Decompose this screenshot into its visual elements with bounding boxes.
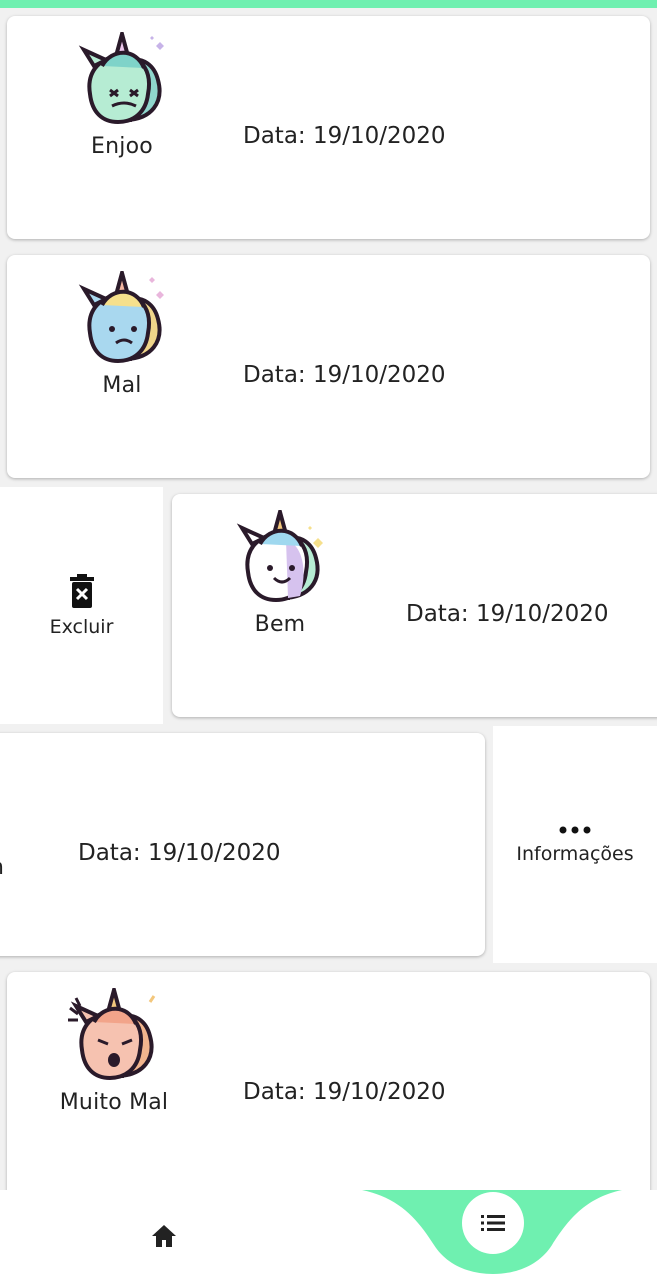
mood-indicator: Enjoo: [47, 32, 197, 172]
nav-notch: [362, 1190, 622, 1274]
mood-indicator: Bem: [205, 510, 355, 650]
mood-indicator: Mal: [47, 271, 197, 411]
mood-entry-card[interactable]: n Data: 19/10/2020: [0, 733, 485, 956]
info-action[interactable]: Informações: [493, 726, 657, 963]
bottom-navigation: [0, 1190, 657, 1280]
mood-entry-card[interactable]: Muito Mal Data: 19/10/2020: [7, 972, 650, 1212]
entry-date: Data: 19/10/2020: [243, 123, 446, 149]
mood-indicator: Muito Mal: [39, 988, 189, 1128]
top-accent-bar: [0, 0, 657, 8]
mood-entry-card[interactable]: Enjoo Data: 19/10/2020: [7, 16, 650, 239]
mood-label: Mal: [102, 373, 142, 398]
unicorn-angry-icon: [68, 988, 156, 1081]
unicorn-happy-icon: [236, 510, 323, 603]
mood-label-partial: n: [0, 855, 4, 880]
list-nav-button[interactable]: [462, 1192, 524, 1254]
delete-action[interactable]: Excluir: [0, 487, 163, 724]
more-horizontal-icon: [559, 826, 591, 833]
unicorn-sad-icon: [78, 271, 164, 364]
delete-action-label: Excluir: [49, 615, 114, 638]
mood-entry-card[interactable]: Mal Data: 19/10/2020: [7, 255, 650, 478]
mood-label: Muito Mal: [59, 1090, 169, 1115]
entry-date: Data: 19/10/2020: [243, 362, 446, 388]
entry-date: Data: 19/10/2020: [78, 840, 281, 866]
mood-label: Bem: [254, 612, 306, 637]
entry-date: Data: 19/10/2020: [243, 1079, 446, 1105]
entry-date: Data: 19/10/2020: [406, 601, 609, 627]
unicorn-nauseous-icon: [78, 32, 164, 125]
trash-icon: [69, 573, 94, 608]
home-icon: [152, 1225, 176, 1247]
mood-entry-card[interactable]: Bem Data: 19/10/2020: [172, 494, 657, 717]
info-action-label: Informações: [516, 842, 634, 865]
mood-label: Enjoo: [91, 134, 153, 159]
home-nav-button[interactable]: [148, 1220, 180, 1252]
list-icon: [481, 1215, 505, 1231]
